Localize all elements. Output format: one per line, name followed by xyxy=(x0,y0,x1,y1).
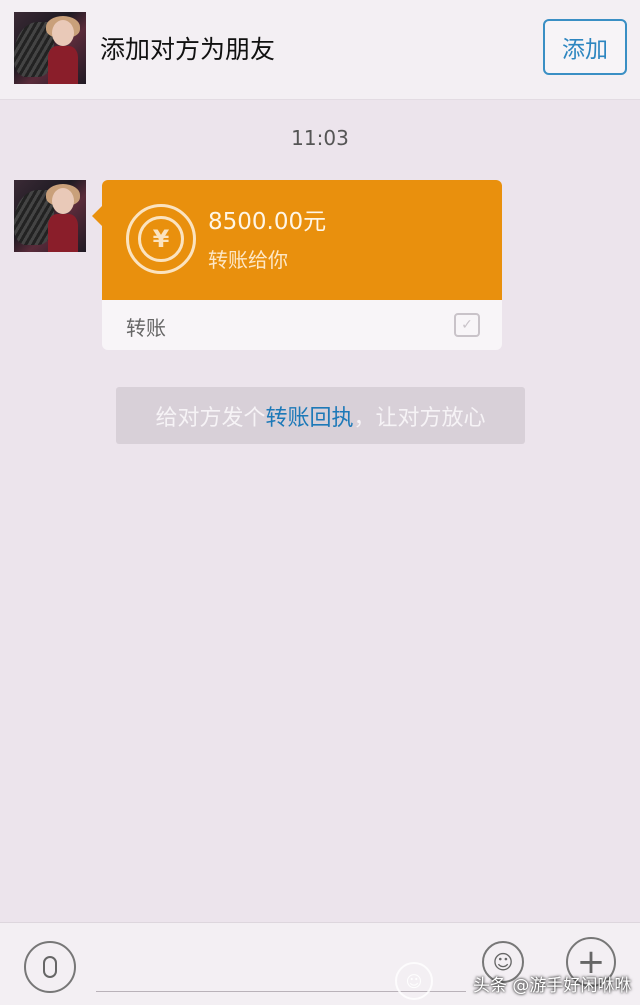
watermark-text: 头条 @游手好闲咻咻 xyxy=(473,976,632,996)
message-timestamp: 11:03 xyxy=(291,126,349,150)
transfer-message-card[interactable]: ¥ 8500.00元 转账给你 转账 ✓ xyxy=(92,180,502,350)
chat-header: 添加对方为朋友 添加 xyxy=(0,0,640,100)
avatar-face-art xyxy=(52,188,74,214)
transfer-footer-label: 转账 xyxy=(126,316,166,340)
avatar-dress-art xyxy=(48,214,78,252)
transfer-yuan-icon: ¥ xyxy=(126,204,196,274)
wechat-pay-icon: ✓ xyxy=(454,313,480,337)
sender-avatar[interactable] xyxy=(14,180,86,252)
bubble-tail xyxy=(92,206,102,226)
contact-avatar[interactable] xyxy=(14,12,86,84)
avatar-face-art xyxy=(52,20,74,46)
microphone-icon[interactable] xyxy=(24,941,76,993)
transfer-receipt-tip: 给对方发个 转账回执 ，让对方放心 xyxy=(116,387,525,444)
receipt-tip-suffix: ，让对方放心 xyxy=(353,405,486,431)
add-friend-button[interactable]: 添加 xyxy=(543,19,627,75)
transfer-receipt-link[interactable]: 转账回执 xyxy=(265,400,353,432)
receipt-tip-prefix: 给对方发个 xyxy=(155,405,266,431)
transfer-amount: 8500.00元 xyxy=(208,209,327,235)
transfer-subtitle: 转账给你 xyxy=(208,248,288,272)
avatar-dress-art xyxy=(48,46,78,84)
transfer-card-footer: 转账 ✓ xyxy=(102,300,502,350)
transfer-card-body: ¥ 8500.00元 转账给你 xyxy=(92,180,502,300)
add-friend-prompt: 添加对方为朋友 xyxy=(100,35,276,64)
watermark-logo-icon: ☺ xyxy=(395,962,433,1000)
